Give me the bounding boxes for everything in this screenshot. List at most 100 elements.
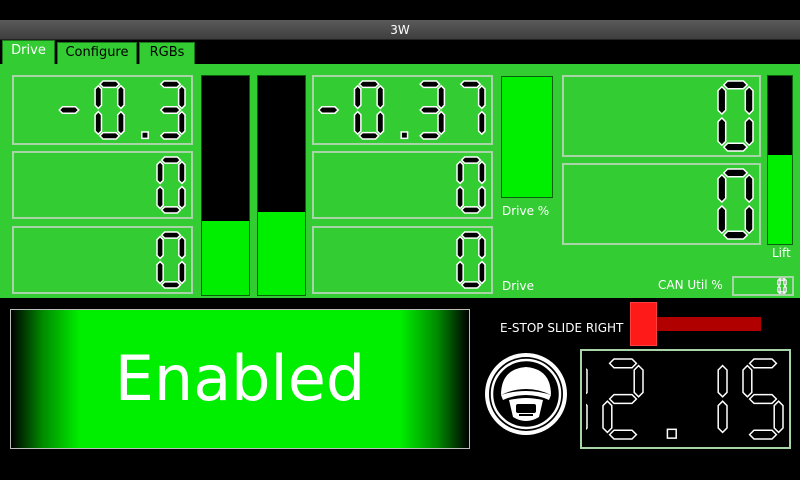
readout-right-2 — [562, 163, 761, 245]
helmet-logo-icon — [485, 353, 567, 435]
drive-percent-bar — [501, 76, 553, 198]
digit-segment-e — [353, 110, 362, 136]
decimal-point-segment — [141, 131, 149, 140]
readout-left-3 — [12, 226, 193, 294]
digit-segment-a — [608, 358, 638, 369]
digit-segment-d — [98, 131, 121, 140]
digit-segment-g — [748, 393, 778, 405]
digit-segment-c — [744, 204, 754, 235]
digit-segment-e — [156, 185, 164, 210]
readout-right-1 — [562, 75, 761, 157]
readout-mid-1-value — [318, 80, 486, 140]
digit-segment-a — [460, 156, 482, 164]
digit-segment-d — [722, 230, 749, 240]
digit-segment-c — [116, 110, 125, 136]
digit-segment-c — [783, 285, 787, 294]
digit-segment-e — [717, 204, 727, 235]
digit-segment-c — [478, 260, 486, 285]
digit-segment-b — [717, 364, 728, 398]
enabled-status-button[interactable]: Enabled — [10, 309, 470, 449]
digit-segment-f — [353, 84, 362, 110]
digit-segment-b — [477, 84, 486, 110]
digit-segment-b — [586, 367, 588, 395]
readout-mid-3 — [312, 226, 493, 294]
readout-mid-2 — [312, 151, 493, 219]
lift-bar-fill — [768, 154, 792, 244]
readout-left-3-value — [156, 231, 186, 289]
tab-configure[interactable]: Configure — [57, 42, 137, 64]
lift-bar — [767, 75, 793, 245]
digit-segment-e — [94, 110, 103, 136]
can-util-label: CAN Util % — [658, 278, 723, 292]
digit-segment-b — [116, 84, 125, 110]
digit-segment-e — [456, 185, 464, 210]
digit-segment-c — [178, 260, 186, 285]
tab-rgbs[interactable]: RGBs — [139, 42, 195, 64]
readout-right-2-value — [717, 168, 754, 240]
readout-left-2-value — [156, 156, 186, 214]
battery-voltage-value — [586, 358, 784, 440]
digit-segment-c — [717, 400, 728, 434]
digit-segment-c — [376, 110, 385, 136]
digit-segment-a — [419, 80, 441, 89]
digit-segment-b — [783, 278, 787, 287]
readout-right-1-value — [717, 80, 754, 152]
tab-drive[interactable]: Drive — [2, 40, 55, 64]
readout-left-1-value — [58, 80, 186, 140]
digit-segment-d — [159, 131, 182, 140]
left-motor-bar-fill — [202, 220, 249, 295]
digit-segment-c — [477, 110, 486, 136]
digit-segment-c — [177, 110, 186, 136]
digit-segment-a — [748, 358, 778, 369]
readout-left-1 — [12, 75, 193, 145]
digit-segment-f — [456, 160, 464, 185]
digit-segment-g — [318, 106, 340, 114]
decimal-point-segment — [400, 131, 409, 140]
digit-segment-d — [460, 206, 482, 214]
digit-segment-b — [177, 84, 186, 110]
digit-segment-a — [98, 80, 121, 89]
digit-segment-a — [460, 231, 482, 239]
digit-segment-e — [602, 400, 613, 434]
digit-segment-a — [722, 168, 749, 178]
digit-segment-d — [608, 429, 638, 440]
lift-label: Lift — [772, 246, 791, 260]
digit-segment-g — [58, 106, 80, 114]
digit-segment-g — [608, 393, 638, 405]
battery-voltage-display — [580, 349, 791, 449]
can-util-readout — [732, 276, 794, 296]
digit-segment-e — [717, 116, 727, 147]
left-motor-bar-2-fill — [258, 211, 305, 295]
digit-segment-d — [419, 131, 441, 140]
digit-segment-f — [717, 173, 727, 204]
digit-segment-a — [159, 80, 182, 89]
digit-segment-c — [586, 403, 588, 431]
digit-segment-b — [633, 364, 644, 398]
digit-segment-a — [160, 156, 182, 164]
digit-segment-g — [419, 106, 441, 114]
estop-slider-handle[interactable] — [630, 302, 657, 346]
drive-label: Drive — [502, 279, 534, 293]
digit-segment-c — [178, 185, 186, 210]
digit-segment-f — [94, 84, 103, 110]
digit-segment-f — [156, 160, 164, 185]
digit-segment-e — [456, 260, 464, 285]
digit-segment-d — [160, 206, 182, 214]
digit-segment-a — [722, 80, 749, 90]
digit-segment-f — [156, 235, 164, 260]
digit-segment-c — [773, 400, 784, 434]
digit-segment-f — [456, 235, 464, 260]
digit-segment-d — [160, 281, 182, 289]
digit-segment-f — [742, 364, 753, 398]
window-title: 3W — [0, 20, 800, 40]
readout-mid-2-value — [456, 156, 486, 214]
readout-left-2 — [12, 151, 193, 219]
digit-segment-b — [437, 84, 446, 110]
digit-segment-b — [744, 85, 754, 116]
digit-segment-d — [748, 429, 778, 440]
digit-segment-a — [358, 80, 380, 89]
digit-segment-e — [777, 285, 781, 294]
digit-segment-b — [376, 84, 385, 110]
drive-percent-bar-fill — [502, 77, 552, 197]
drive-percent-label: Drive % — [502, 204, 550, 218]
